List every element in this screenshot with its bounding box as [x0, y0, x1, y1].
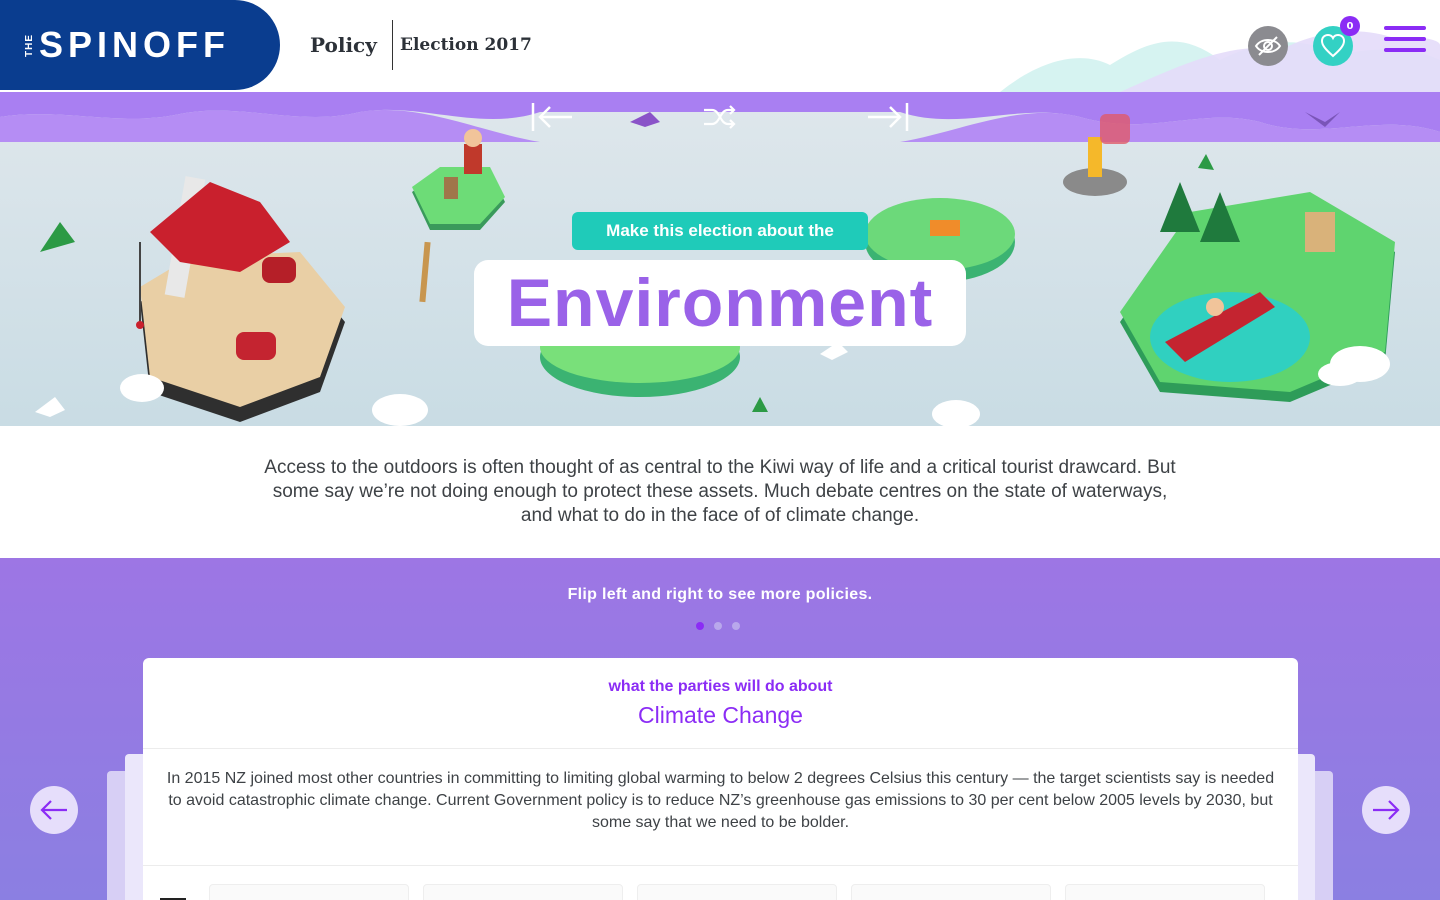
card-kicker: what the parties will do about [608, 678, 833, 695]
bird-shape [630, 112, 660, 127]
hero-banner: Make this election about the Environment [0, 92, 1440, 426]
shuffle-topic-button[interactable] [695, 98, 745, 136]
intro-paragraph: Access to the outdoors is often thought … [264, 457, 1176, 526]
tree-shape [752, 397, 768, 412]
party-tile[interactable] [1065, 884, 1265, 900]
party-tile[interactable] [423, 884, 623, 900]
breadcrumb-election[interactable]: Election 2017 [400, 20, 532, 70]
party-tile[interactable] [637, 884, 837, 900]
carousel-pagination [696, 622, 740, 630]
next-policy-button[interactable] [1362, 786, 1410, 834]
favorites-count-badge: 0 [1340, 16, 1360, 36]
party-tiles-row [155, 884, 1265, 900]
menu-button[interactable] [1384, 26, 1426, 58]
tree-shape [40, 222, 75, 252]
bird-shape [35, 397, 65, 417]
pagination-dot-active[interactable] [696, 622, 704, 630]
party-tile[interactable] [851, 884, 1051, 900]
menu-icon-line [1384, 37, 1426, 41]
arrow-left-bar-icon [531, 103, 572, 131]
site-logo[interactable]: THE SPINOFF [0, 0, 280, 90]
pagination-dot[interactable] [732, 622, 740, 630]
arrow-left-icon [40, 800, 67, 820]
hero-title-box: Environment [474, 260, 966, 346]
policy-carousel-section: Flip left and right to see more policies… [0, 558, 1440, 900]
arrow-right-bar-icon [868, 103, 909, 131]
hero-tagline: Make this election about the [572, 212, 868, 250]
card-body: In 2015 NZ joined most other countries i… [166, 770, 1275, 831]
tree-shape [1198, 154, 1214, 170]
pagination-dot[interactable] [714, 622, 722, 630]
page-title: Environment [506, 265, 934, 341]
party-tile[interactable] [209, 884, 409, 900]
party-tile[interactable] [155, 884, 195, 900]
eye-off-icon [1254, 36, 1282, 56]
card-divider [143, 748, 1298, 749]
previous-policy-button[interactable] [30, 786, 78, 834]
menu-icon-line [1384, 48, 1426, 52]
logo-wordmark: SPINOFF [39, 24, 231, 65]
carousel-instruction: Flip left and right to see more policies… [567, 586, 873, 603]
oil-rig-island [136, 176, 345, 422]
arrow-right-icon [1373, 800, 1400, 820]
shuffle-icon [704, 105, 736, 129]
policy-card: what the parties will do about Climate C… [143, 658, 1298, 900]
card-divider [143, 865, 1298, 866]
card-title: Climate Change [638, 702, 803, 728]
hide-button[interactable] [1248, 26, 1288, 66]
breadcrumb-policy[interactable]: Policy [310, 20, 393, 70]
header-waves-decoration [1000, 31, 1440, 92]
site-header: THE SPINOFF Policy Election 2017 0 [0, 0, 1440, 92]
next-topic-button[interactable] [862, 98, 912, 136]
hero-illustration [0, 92, 1440, 426]
heart-icon [1320, 34, 1346, 58]
previous-topic-button[interactable] [528, 98, 578, 136]
menu-icon-line [1384, 26, 1426, 30]
logo-prefix: THE [24, 33, 35, 57]
